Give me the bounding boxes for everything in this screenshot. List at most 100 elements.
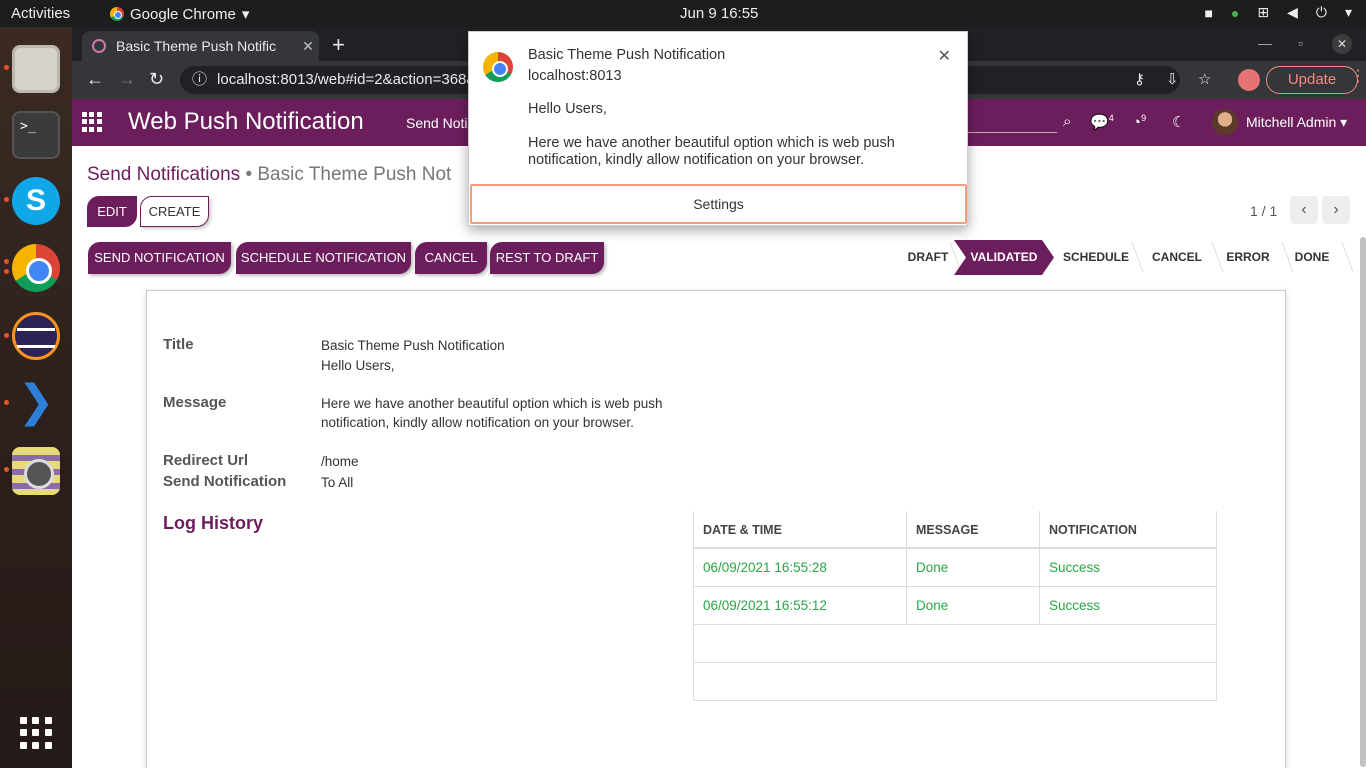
log-history-table: DATE & TIME MESSAGE NOTIFICATION 06/09/2… xyxy=(693,511,1217,701)
running-indicator xyxy=(4,269,9,274)
terminal-icon[interactable]: >_ xyxy=(12,111,60,159)
user-menu[interactable]: Mitchell Admin ▾ xyxy=(1246,114,1347,131)
forward-icon[interactable]: → xyxy=(118,69,136,90)
activities-button[interactable]: Activities xyxy=(11,5,70,22)
browser-tab[interactable]: Basic Theme Push Notific ✕ xyxy=(82,31,319,61)
title-value: Basic Theme Push Notification xyxy=(321,338,505,353)
column-date-time[interactable]: DATE & TIME xyxy=(693,511,906,547)
vscode-icon[interactable]: ❯ xyxy=(12,379,60,427)
stage-error[interactable]: ERROR xyxy=(1220,240,1276,275)
message-value-line2: Here we have another beautiful option wh… xyxy=(321,396,663,430)
update-button[interactable]: Update xyxy=(1266,66,1358,94)
app-menu[interactable]: Google Chrome ▾ xyxy=(110,5,249,23)
dock: >_ S ❯ xyxy=(0,27,72,768)
reload-icon[interactable]: ↻ xyxy=(149,69,164,90)
key-icon[interactable]: ⚷ xyxy=(1134,70,1145,88)
chrome-icon xyxy=(110,7,124,21)
network-icon[interactable]: ⊞ xyxy=(1257,4,1269,21)
chat-count: 4 xyxy=(1108,113,1114,123)
system-top-bar: Activities Google Chrome ▾ Jun 9 16:55 ■… xyxy=(0,0,1366,27)
column-notification[interactable]: NOTIFICATION xyxy=(1039,511,1217,547)
running-indicator xyxy=(4,333,9,338)
chevron-down-icon: ▾ xyxy=(241,6,250,23)
stage-done[interactable]: DONE xyxy=(1288,240,1336,275)
chat-icon[interactable]: 💬4 xyxy=(1090,113,1114,131)
table-header: DATE & TIME MESSAGE NOTIFICATION xyxy=(693,511,1217,549)
minimize-icon[interactable]: — xyxy=(1258,35,1272,51)
install-icon[interactable]: ⇩ xyxy=(1166,70,1179,88)
power-icon[interactable]: ⏻ xyxy=(1316,4,1327,21)
activity-count: 9 xyxy=(1141,113,1147,123)
apps-menu-icon[interactable] xyxy=(82,112,102,132)
profile-icon[interactable] xyxy=(1238,69,1260,91)
close-icon[interactable]: ✕ xyxy=(938,46,951,66)
breadcrumb-current: Basic Theme Push Not xyxy=(257,164,452,185)
date-time-cell: 06/09/2021 16:55:12 xyxy=(693,587,906,624)
user-name: Mitchell Admin xyxy=(1246,114,1337,130)
update-shield-icon[interactable]: ● xyxy=(1231,5,1239,21)
search-icon[interactable]: ⌕ xyxy=(1063,113,1071,130)
chevron-down-icon[interactable]: ▾ xyxy=(1345,4,1352,21)
brand-title[interactable]: Web Push Notification xyxy=(128,108,364,136)
table-row[interactable]: 06/09/2021 16:55:12 Done Success xyxy=(693,587,1217,625)
files-icon[interactable] xyxy=(12,45,60,93)
odoo-favicon-icon xyxy=(92,39,106,53)
notification-body: Hello Users, Here we have another beauti… xyxy=(528,101,895,168)
close-icon[interactable]: ✕ xyxy=(297,38,319,55)
breadcrumb: Send Notifications • Basic Theme Push No… xyxy=(87,164,451,186)
stage-validated[interactable]: VALIDATED xyxy=(954,240,1054,275)
more-icon[interactable]: ⋮ xyxy=(1350,66,1366,86)
notification-title: Basic Theme Push Notification xyxy=(528,47,726,63)
avatar[interactable] xyxy=(1212,109,1238,135)
app-menu-label: Google Chrome xyxy=(130,5,236,23)
camera-app-icon[interactable] xyxy=(12,447,60,495)
star-icon[interactable]: ☆ xyxy=(1198,70,1211,88)
breadcrumb-separator: • xyxy=(245,164,253,185)
tab-title: Basic Theme Push Notific xyxy=(116,38,277,54)
send-notification-button[interactable]: SEND NOTIFICATION xyxy=(88,242,231,274)
redirect-url-value: /home xyxy=(321,454,359,469)
redirect-url-label: Redirect Url xyxy=(163,452,249,469)
running-indicator xyxy=(4,197,9,202)
message-cell: Done xyxy=(906,549,1039,586)
edit-button[interactable]: EDIT xyxy=(87,196,137,227)
maximize-icon[interactable]: ▫ xyxy=(1298,35,1303,51)
pager-next-button[interactable]: › xyxy=(1322,196,1350,224)
notification-cell: Success xyxy=(1039,587,1217,624)
cancel-button[interactable]: CANCEL xyxy=(415,242,487,274)
search-underline xyxy=(967,132,1057,133)
dark-mode-icon[interactable]: ☾ xyxy=(1172,113,1185,131)
message-cell: Done xyxy=(906,587,1039,624)
back-icon[interactable]: ← xyxy=(86,69,104,90)
reset-to-draft-button[interactable]: REST TO DRAFT xyxy=(490,242,604,274)
activity-icon[interactable]: ◔9 xyxy=(1132,113,1146,131)
empty-row xyxy=(693,625,1217,663)
notification-settings-button[interactable]: Settings xyxy=(470,184,967,224)
clock[interactable]: Jun 9 16:55 xyxy=(680,5,758,22)
eclipse-icon[interactable] xyxy=(12,312,60,360)
volume-icon[interactable]: ◀ xyxy=(1287,4,1298,21)
create-button[interactable]: CREATE xyxy=(140,196,209,227)
page-scrollbar[interactable] xyxy=(1360,237,1366,767)
info-icon[interactable]: ⓘ xyxy=(192,66,207,94)
skype-icon[interactable]: S xyxy=(12,177,60,225)
show-applications-icon[interactable] xyxy=(20,717,52,749)
window-close-icon[interactable]: ✕ xyxy=(1332,34,1352,54)
stage-cancel[interactable]: CANCEL xyxy=(1144,240,1210,275)
notification-cell: Success xyxy=(1039,549,1217,586)
table-row[interactable]: 06/09/2021 16:55:28 Done Success xyxy=(693,549,1217,587)
running-indicator xyxy=(4,467,9,472)
schedule-notification-button[interactable]: SCHEDULE NOTIFICATION xyxy=(236,242,411,274)
pager-previous-button[interactable]: ‹ xyxy=(1290,196,1318,224)
system-tray[interactable]: ■ ● ⊞ ◀ ⏻ ▾ xyxy=(1204,4,1352,21)
new-tab-icon[interactable]: + xyxy=(332,32,345,58)
column-message[interactable]: MESSAGE xyxy=(906,511,1039,547)
menu-send-notifications[interactable]: Send Noti xyxy=(406,115,467,131)
desktop-notification[interactable]: Basic Theme Push Notification localhost:… xyxy=(468,31,968,226)
breadcrumb-parent[interactable]: Send Notifications xyxy=(87,164,240,185)
running-indicator xyxy=(4,259,9,264)
camera-icon[interactable]: ■ xyxy=(1204,5,1212,21)
log-history-title: Log History xyxy=(163,513,264,533)
chrome-icon[interactable] xyxy=(12,244,60,292)
pager-value[interactable]: 1 / 1 xyxy=(1250,203,1277,219)
